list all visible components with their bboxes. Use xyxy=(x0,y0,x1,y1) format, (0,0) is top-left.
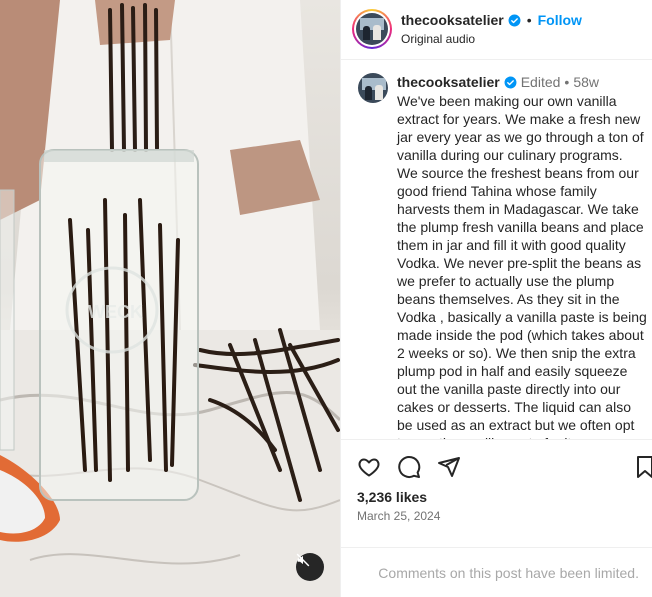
caption-text: We've been making our own vanilla extrac… xyxy=(397,93,647,439)
post-date[interactable]: March 25, 2024 xyxy=(357,509,440,523)
video-frame: WECK xyxy=(0,0,340,597)
edited-label: Edited xyxy=(520,74,561,90)
separator-dot: • xyxy=(564,74,570,90)
likes-count[interactable]: 3,236 likes xyxy=(357,489,427,505)
caption-avatar[interactable] xyxy=(358,73,388,103)
caption-username[interactable]: thecooksatelier xyxy=(397,74,500,90)
share-button[interactable] xyxy=(437,455,461,479)
follow-button[interactable]: Follow xyxy=(538,12,582,28)
avatar xyxy=(356,13,388,45)
speaker-muted-icon xyxy=(296,553,310,567)
post-age[interactable]: 58w xyxy=(573,74,599,90)
mute-button[interactable] xyxy=(296,553,324,581)
comment-button[interactable] xyxy=(397,455,421,479)
jar-brand-text: WECK xyxy=(88,302,143,322)
separator-dot: • xyxy=(526,12,532,28)
story-ring[interactable] xyxy=(352,9,392,49)
comment-bubble-icon xyxy=(398,456,421,478)
save-button[interactable] xyxy=(637,455,652,479)
post-details-panel: thecooksatelier • Follow Original audio … xyxy=(340,0,652,597)
like-button[interactable] xyxy=(357,455,381,479)
caption-section: thecooksatelier Edited • 58w We've been … xyxy=(341,61,652,439)
bookmark-icon xyxy=(637,456,652,478)
header-username[interactable]: thecooksatelier xyxy=(401,12,504,28)
verified-badge-icon xyxy=(504,76,517,89)
original-audio-link[interactable]: Original audio xyxy=(401,32,475,46)
comments-limited-notice: Comments on this post have been limited. xyxy=(341,547,652,597)
heart-icon xyxy=(358,458,380,477)
verified-badge-icon xyxy=(508,14,521,27)
post-video[interactable]: WECK xyxy=(0,0,340,597)
post-header: thecooksatelier • Follow Original audio xyxy=(341,0,652,60)
paper-plane-icon xyxy=(438,457,460,477)
actions-area: 3,236 likes March 25, 2024 Comments on t… xyxy=(341,439,652,597)
